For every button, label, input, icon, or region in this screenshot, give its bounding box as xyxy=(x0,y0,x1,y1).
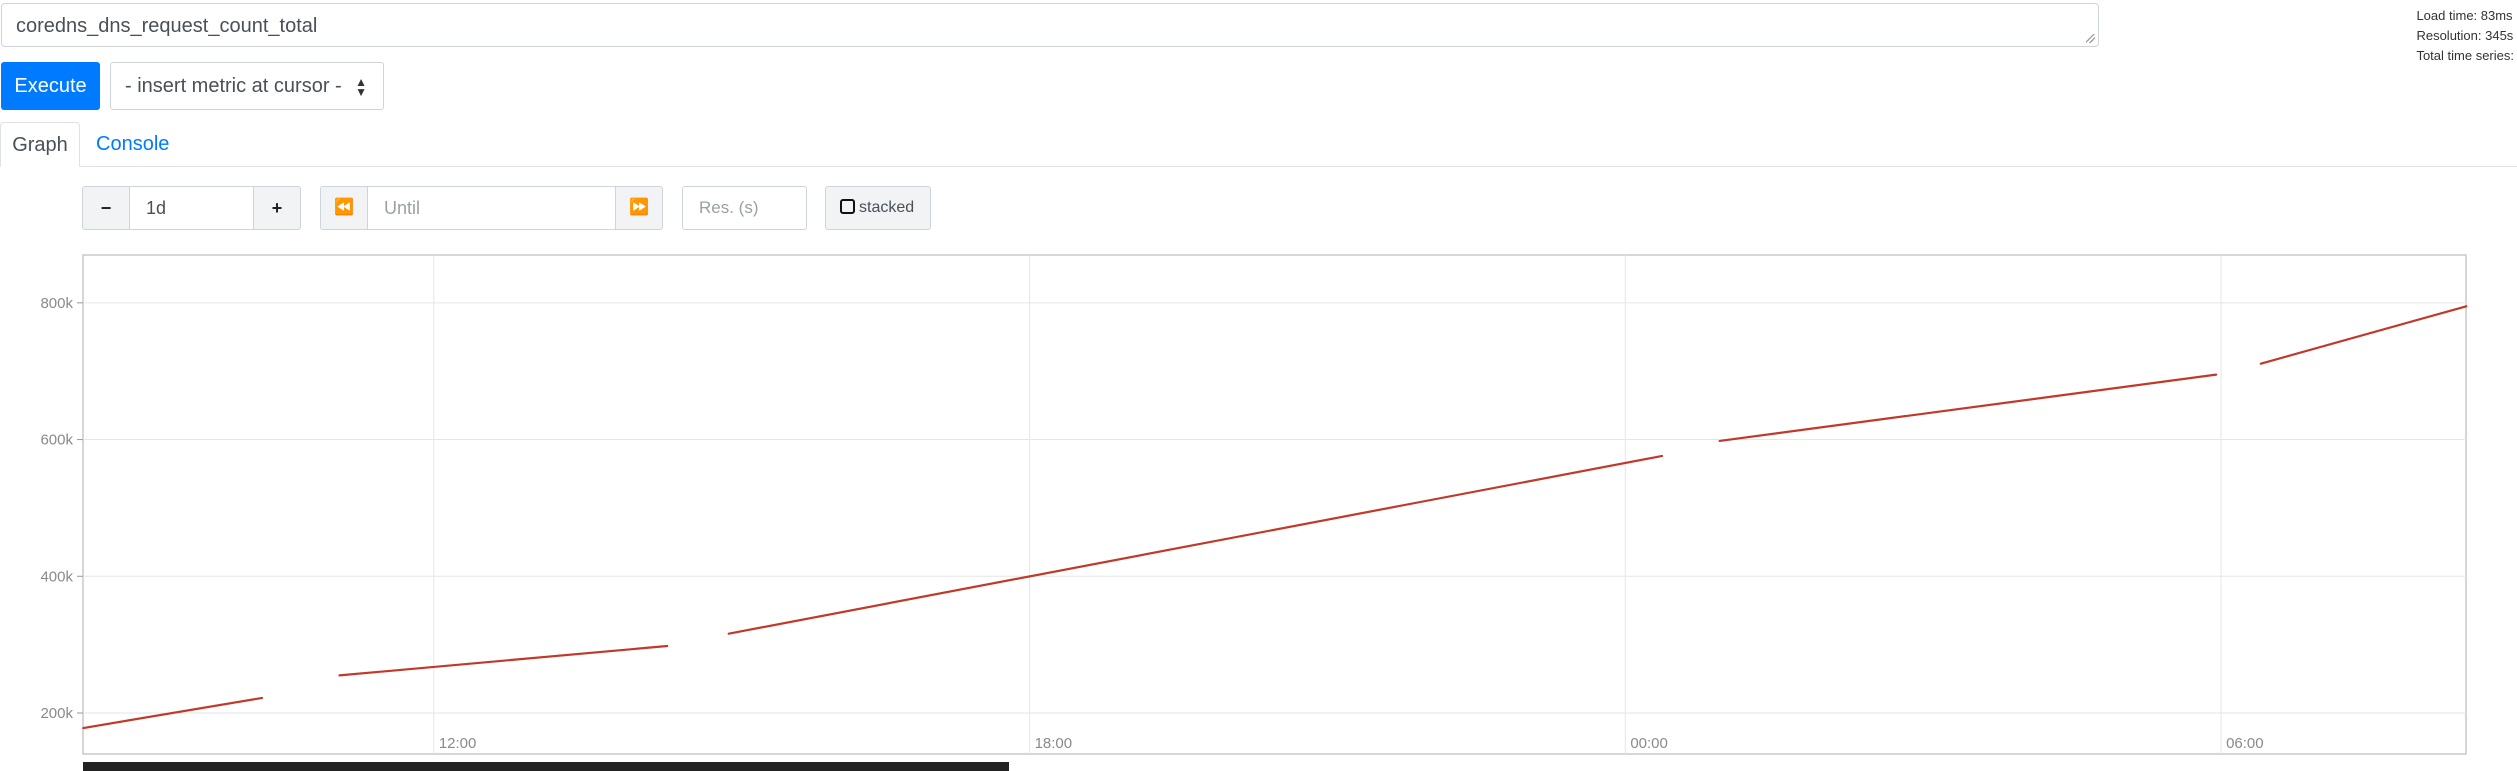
x-tick-label: 18:00 xyxy=(1035,735,1073,752)
y-axis-labels: 200k 400k 600k 800k xyxy=(40,295,73,722)
series-segment xyxy=(727,454,1664,635)
y-tick-label: 600k xyxy=(40,432,73,449)
gridlines xyxy=(77,255,2466,754)
horizontal-scrollbar[interactable] xyxy=(83,762,1009,771)
y-tick-label: 400k xyxy=(40,568,73,585)
series-segment xyxy=(1718,373,2218,443)
series-segment xyxy=(338,644,669,677)
series-segment xyxy=(2259,305,2468,365)
series-lines xyxy=(82,305,2468,730)
graph-chart: 200k 400k 600k 800k 12:00 18:00 00:00 06:00 xyxy=(40,254,2468,755)
x-tick-label: 06:00 xyxy=(2226,735,2264,752)
x-tick-label: 12:00 xyxy=(439,735,477,752)
x-axis-labels: 12:00 18:00 00:00 06:00 xyxy=(439,735,2264,752)
y-tick-label: 200k xyxy=(40,705,73,722)
plot-frame xyxy=(82,254,2467,755)
y-tick-label: 800k xyxy=(40,295,73,312)
x-tick-label: 00:00 xyxy=(1630,735,1668,752)
